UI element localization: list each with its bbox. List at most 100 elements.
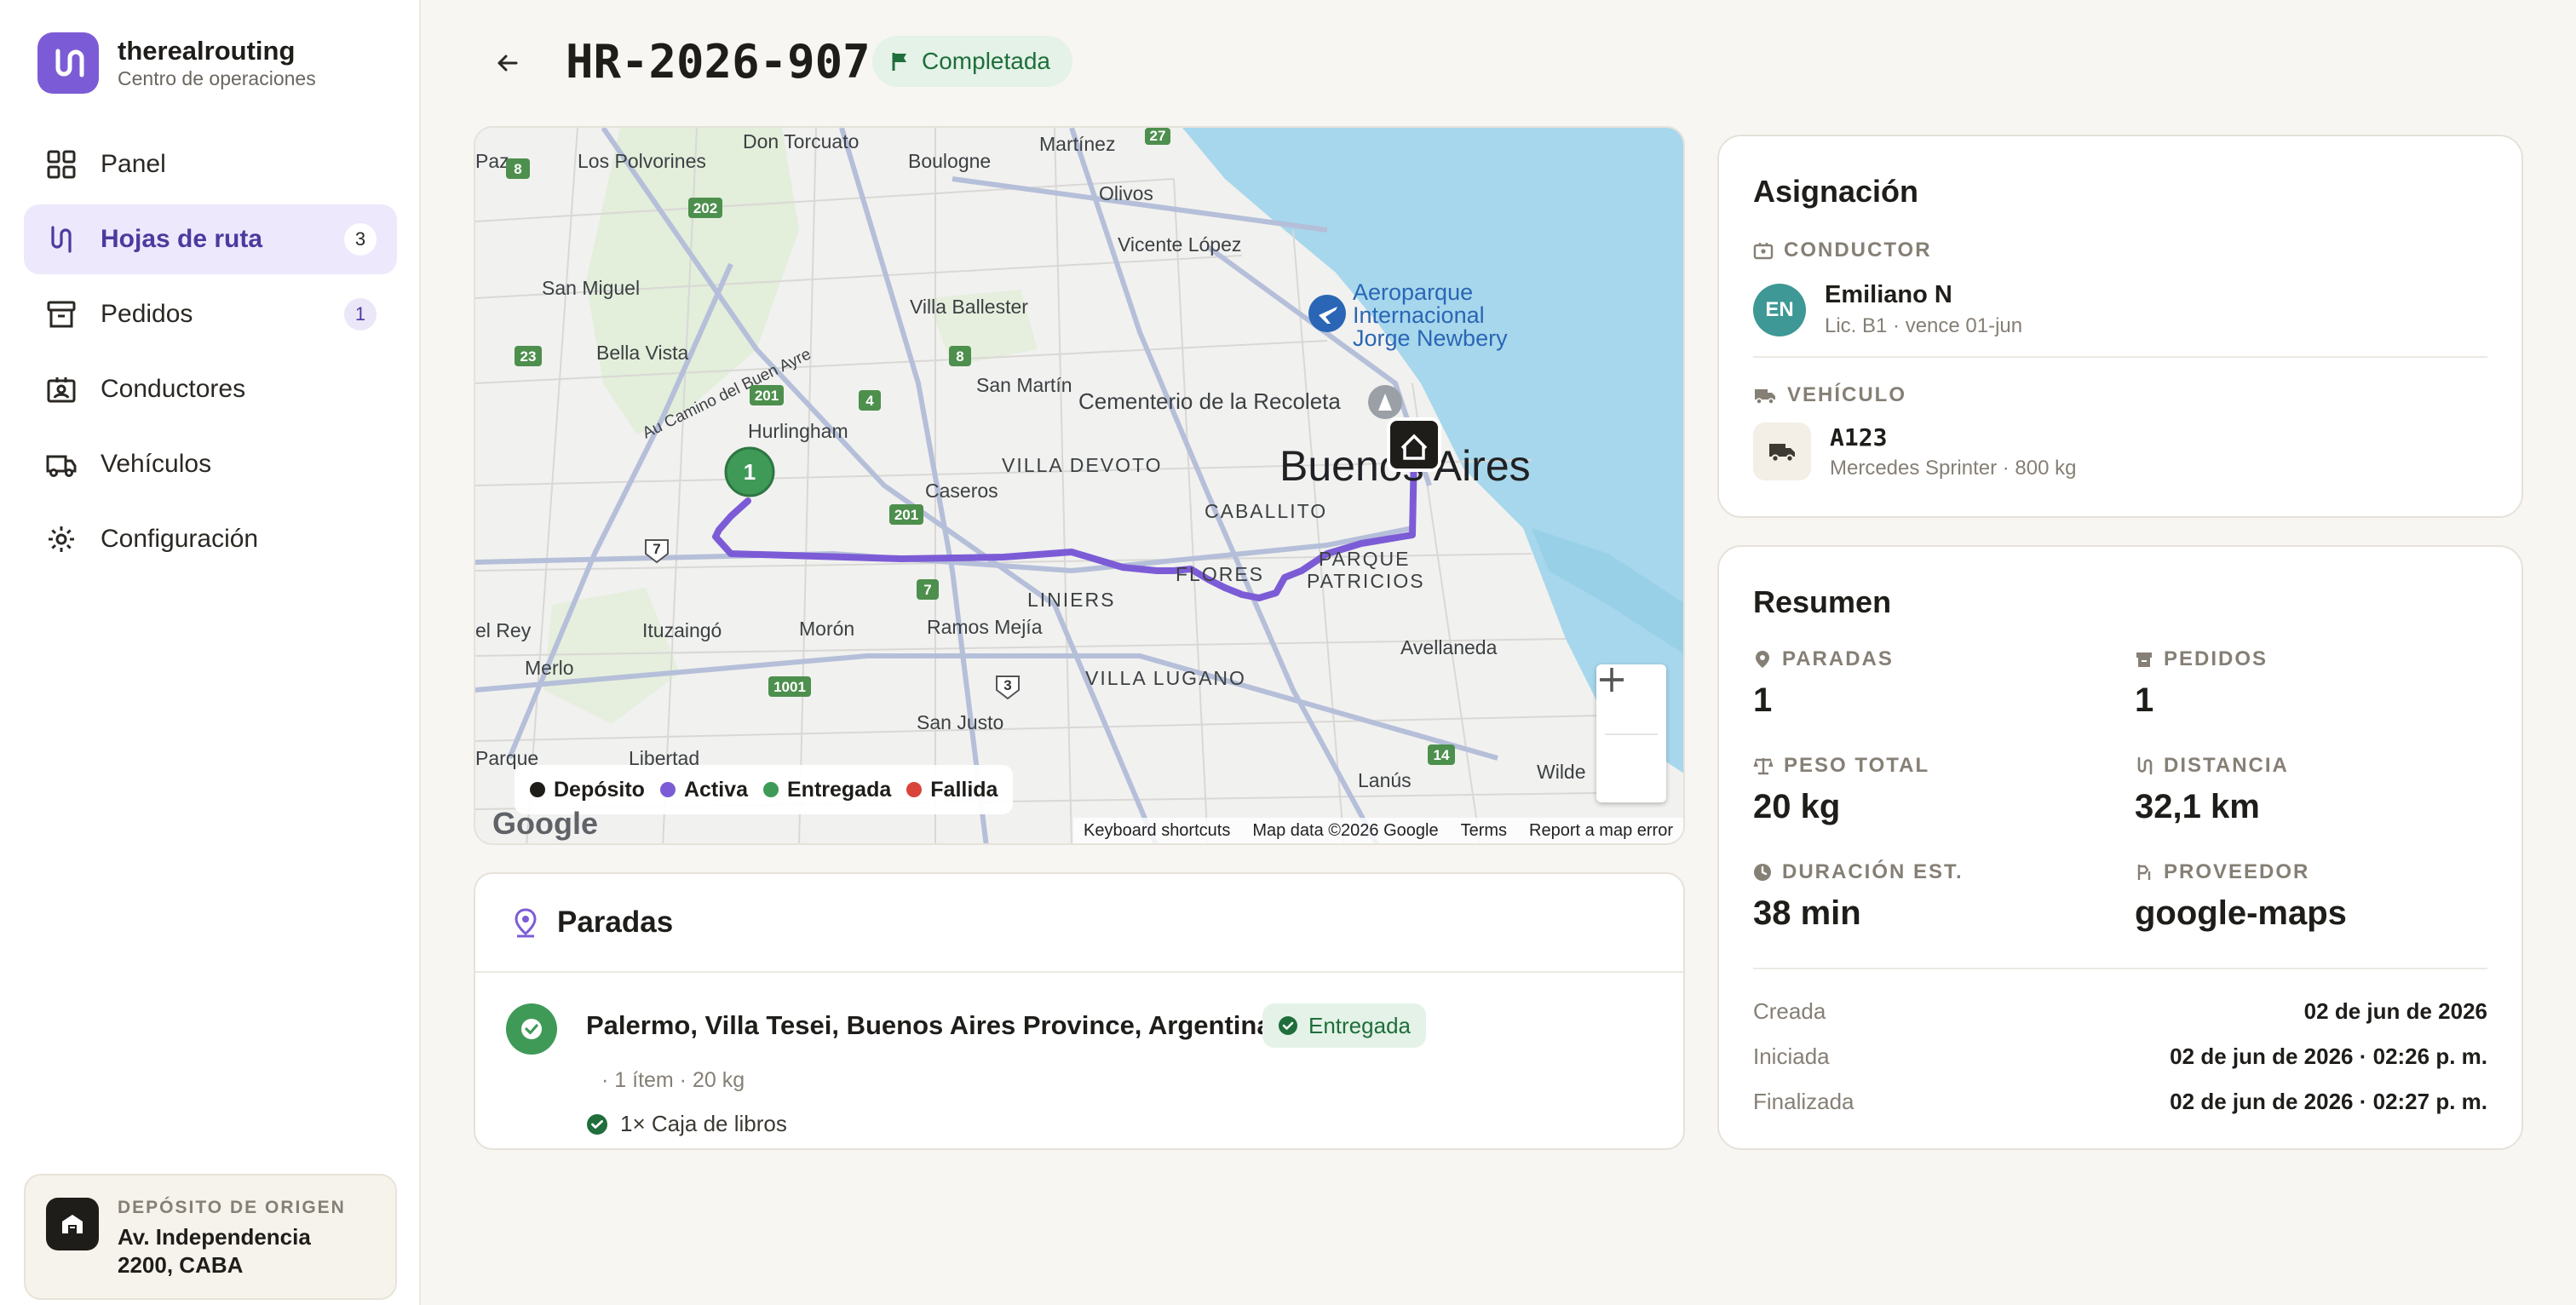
nav-item-vehiculos[interactable]: Vehículos — [24, 429, 397, 499]
road-shield: 202 — [688, 198, 722, 218]
svg-text:8: 8 — [514, 161, 521, 177]
status-label: Completada — [922, 48, 1050, 74]
svg-text:Jorge Newbery: Jorge Newbery — [1353, 325, 1508, 351]
stop-meta: · 1 ítem · 20 kg — [601, 1068, 745, 1092]
route-map[interactable]: Los Polvorines Don Torcuato Boulogne Mar… — [474, 126, 1685, 845]
svg-text:Los Polvorines: Los Polvorines — [578, 150, 706, 172]
back-button[interactable] — [489, 44, 526, 82]
stop-marker-1: 1 — [724, 446, 775, 497]
route-icon — [44, 222, 78, 256]
svg-text:PARQUE: PARQUE — [1319, 548, 1410, 570]
driver-kicker: CONDUCTOR — [1753, 239, 1932, 262]
map-attribution: Keyboard shortcuts Map data ©2026 Google… — [1073, 818, 1683, 843]
svg-text:CABALLITO: CABALLITO — [1205, 500, 1327, 522]
nav-item-label: Pedidos — [101, 300, 193, 328]
svg-text:VILLA DEVOTO: VILLA DEVOTO — [1002, 454, 1162, 476]
svg-text:Ramos Mejía: Ramos Mejía — [927, 616, 1043, 638]
svg-text:23: 23 — [520, 348, 537, 365]
svg-text:Bella Vista: Bella Vista — [596, 342, 688, 364]
depot-kicker: DEPÓSITO DE ORIGEN — [118, 1198, 346, 1217]
brand-name: therealrouting — [118, 36, 296, 66]
road-shield: 14 — [1428, 744, 1455, 765]
road-shield: 23 — [515, 346, 542, 366]
nav-item-conductores[interactable]: Conductores — [24, 354, 397, 424]
svg-text:Internacional: Internacional — [1353, 302, 1485, 328]
svg-text:Hurlingham: Hurlingham — [748, 420, 848, 442]
svg-text:VILLA LUGANO: VILLA LUGANO — [1085, 667, 1246, 689]
nav-item-label: Configuración — [101, 525, 259, 553]
timeline-started: Iniciada 02 de jun de 2026 · 02:26 p. m. — [1753, 1043, 2487, 1069]
vehicle-row[interactable]: A123 Mercedes Sprinter · 800 kg — [1753, 423, 2076, 480]
nav-item-label: Panel — [101, 150, 166, 178]
id-card-icon — [44, 372, 78, 406]
road-shield: 27 — [1145, 128, 1170, 145]
nav-item-label: Vehículos — [101, 450, 212, 478]
metric-peso-total: PESO TOTAL 20 kg — [1753, 754, 1930, 825]
svg-text:4: 4 — [865, 393, 874, 409]
svg-text:Lanús: Lanús — [1358, 769, 1412, 791]
truck-icon — [44, 447, 78, 481]
svg-text:PATRICIOS: PATRICIOS — [1307, 570, 1425, 592]
svg-text:San Martín: San Martín — [976, 374, 1072, 396]
svg-text:201: 201 — [755, 388, 779, 404]
nav-item-pedidos[interactable]: Pedidos 1 — [24, 279, 397, 349]
assignment-card: Asignación CONDUCTOR EN Emiliano N Lic. … — [1717, 135, 2523, 518]
brand-subtitle: Centro de operaciones — [118, 67, 316, 89]
svg-text:201: 201 — [894, 507, 918, 523]
driver-name: Emiliano N — [1825, 281, 1952, 308]
brand[interactable]: therealrouting Centro de operaciones — [37, 32, 316, 94]
nav-item-configuracion[interactable]: Configuración — [24, 504, 397, 574]
svg-text:San Justo: San Justo — [917, 711, 1003, 733]
depot-marker-icon — [1387, 417, 1441, 472]
road-shield: 201 — [750, 385, 784, 405]
svg-text:7: 7 — [653, 541, 660, 557]
map-data-text: Map data ©2026 Google — [1252, 820, 1439, 840]
vehicle-model: Mercedes Sprinter · 800 kg — [1830, 456, 2077, 480]
svg-text:Martínez: Martínez — [1039, 133, 1115, 155]
road-shield: 8 — [949, 346, 971, 366]
keyboard-shortcuts-link[interactable]: Keyboard shortcuts — [1084, 821, 1230, 841]
svg-text:Villa Ballester: Villa Ballester — [910, 296, 1028, 318]
metric-paradas: PARADAS 1 — [1753, 647, 1894, 719]
vehicle-kicker: VEHÍCULO — [1753, 383, 1906, 407]
svg-text:Olivos: Olivos — [1099, 182, 1153, 204]
road-shield: 8 — [506, 158, 530, 179]
svg-text:Boulogne: Boulogne — [908, 150, 991, 172]
terms-link[interactable]: Terms — [1461, 821, 1507, 841]
svg-text:FLORES: FLORES — [1176, 563, 1264, 585]
svg-text:LINIERS: LINIERS — [1027, 589, 1115, 611]
stops-card: Paradas Palermo, Villa Tesei, Buenos Air… — [474, 872, 1685, 1150]
report-error-link[interactable]: Report a map error — [1529, 821, 1673, 841]
provider-icon — [2137, 865, 2151, 880]
google-logo: Google — [492, 806, 598, 841]
nav-item-panel[interactable]: Panel — [24, 129, 397, 199]
gear-icon — [44, 522, 78, 556]
archive-icon — [44, 297, 78, 331]
legend-item-entregada: Entregada — [763, 778, 891, 802]
zoom-out-button[interactable] — [1596, 678, 1666, 804]
svg-text:Merlo: Merlo — [525, 657, 574, 679]
clock-icon — [1754, 864, 1771, 881]
landmark-icon — [1368, 385, 1402, 419]
origin-depot-card: DEPÓSITO DE ORIGEN Av. Independencia 220… — [24, 1174, 397, 1300]
svg-text:3: 3 — [1003, 677, 1011, 693]
summary-title: Resumen — [1753, 584, 1892, 619]
summary-card: Resumen PARADAS 1 PEDIDOS 1 PESO TOTAL 2… — [1717, 545, 2523, 1150]
nav-item-label: Hojas de ruta — [101, 225, 263, 253]
svg-text:202: 202 — [693, 200, 717, 216]
airport-icon — [1308, 295, 1346, 332]
svg-text:Wilde: Wilde — [1537, 761, 1586, 783]
legend-item-activa: Activa — [659, 778, 748, 802]
minus-icon — [1600, 678, 1624, 681]
driver-row[interactable]: EN Emiliano N Lic. B1 · vence 01-jun — [1753, 281, 2022, 338]
page-title: HR-2026-907 — [566, 35, 871, 89]
assignment-title: Asignación — [1753, 174, 1919, 209]
arrow-left-icon — [497, 55, 518, 72]
timeline-finished: Finalizada 02 de jun de 2026 · 02:27 p. m… — [1753, 1089, 2487, 1114]
stop-done-icon — [506, 1003, 557, 1055]
legend-item-fallida: Fallida — [906, 778, 998, 802]
main-nav: Panel Hojas de ruta 3 Pedidos 1 Conducto… — [24, 129, 397, 579]
check-circle-icon — [587, 1113, 607, 1135]
nav-item-hojas-de-ruta[interactable]: Hojas de ruta 3 — [24, 204, 397, 274]
driver-license: Lic. B1 · vence 01-jun — [1825, 314, 2023, 337]
